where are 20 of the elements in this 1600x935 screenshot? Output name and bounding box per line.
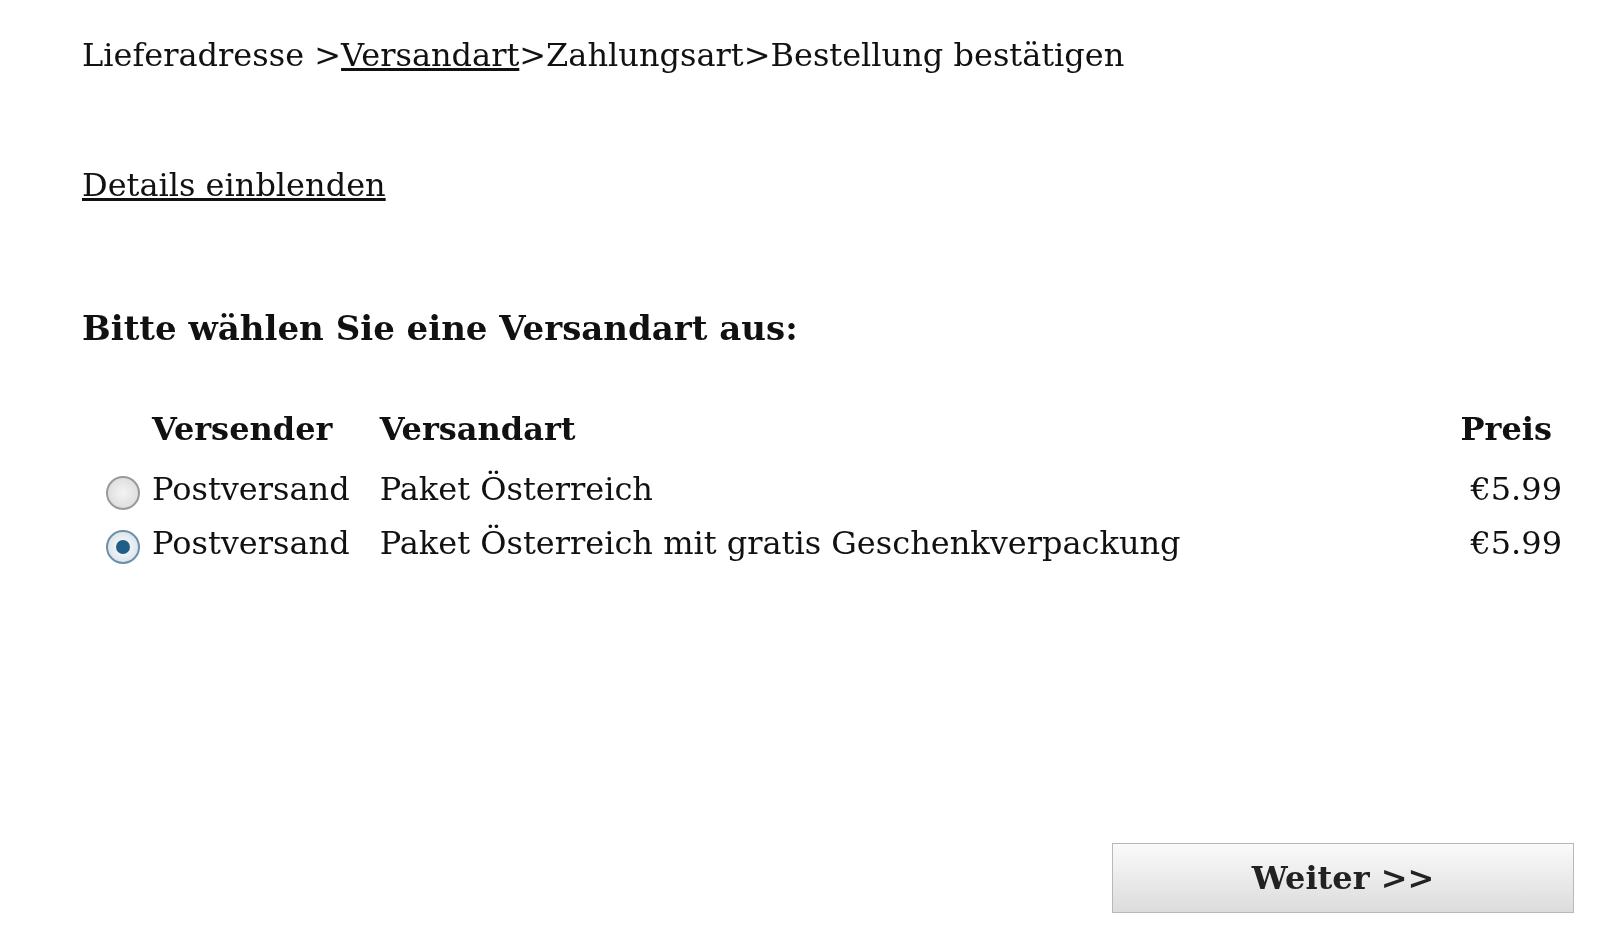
radio-button[interactable] (106, 530, 140, 564)
column-header: Preis (1460, 409, 1553, 450)
breadcrumb-separator: > (519, 36, 547, 74)
breadcrumb-step[interactable]: Versandart (341, 36, 520, 74)
next-button[interactable]: Weiter >> (1112, 843, 1574, 913)
table-cell-text: €5.99 (1469, 469, 1562, 510)
breadcrumb-step[interactable]: Zahlungsart (546, 36, 744, 74)
table-cell-text: Paket Österreich mit gratis Geschenkverpackung (379, 523, 1182, 564)
radio-button[interactable] (106, 476, 140, 510)
table-cell-text: Paket Österreich (379, 469, 654, 510)
breadcrumb-separator: > (743, 36, 771, 74)
column-header: Versender (152, 400, 380, 462)
breadcrumb-step[interactable]: Bestellung bestätigen (770, 36, 1125, 74)
column-header: Versandart (379, 409, 577, 450)
table-cell-text: €5.99 (1469, 523, 1562, 564)
details-link[interactable]: Details einblenden (82, 166, 386, 204)
table-cell-text: Postversand (152, 469, 351, 510)
table-cell-text: Postversand (152, 523, 351, 564)
section-heading: Bitte wählen Sie eine Versandart aus: (82, 308, 799, 348)
breadcrumb-step[interactable]: Lieferadresse (82, 36, 305, 74)
